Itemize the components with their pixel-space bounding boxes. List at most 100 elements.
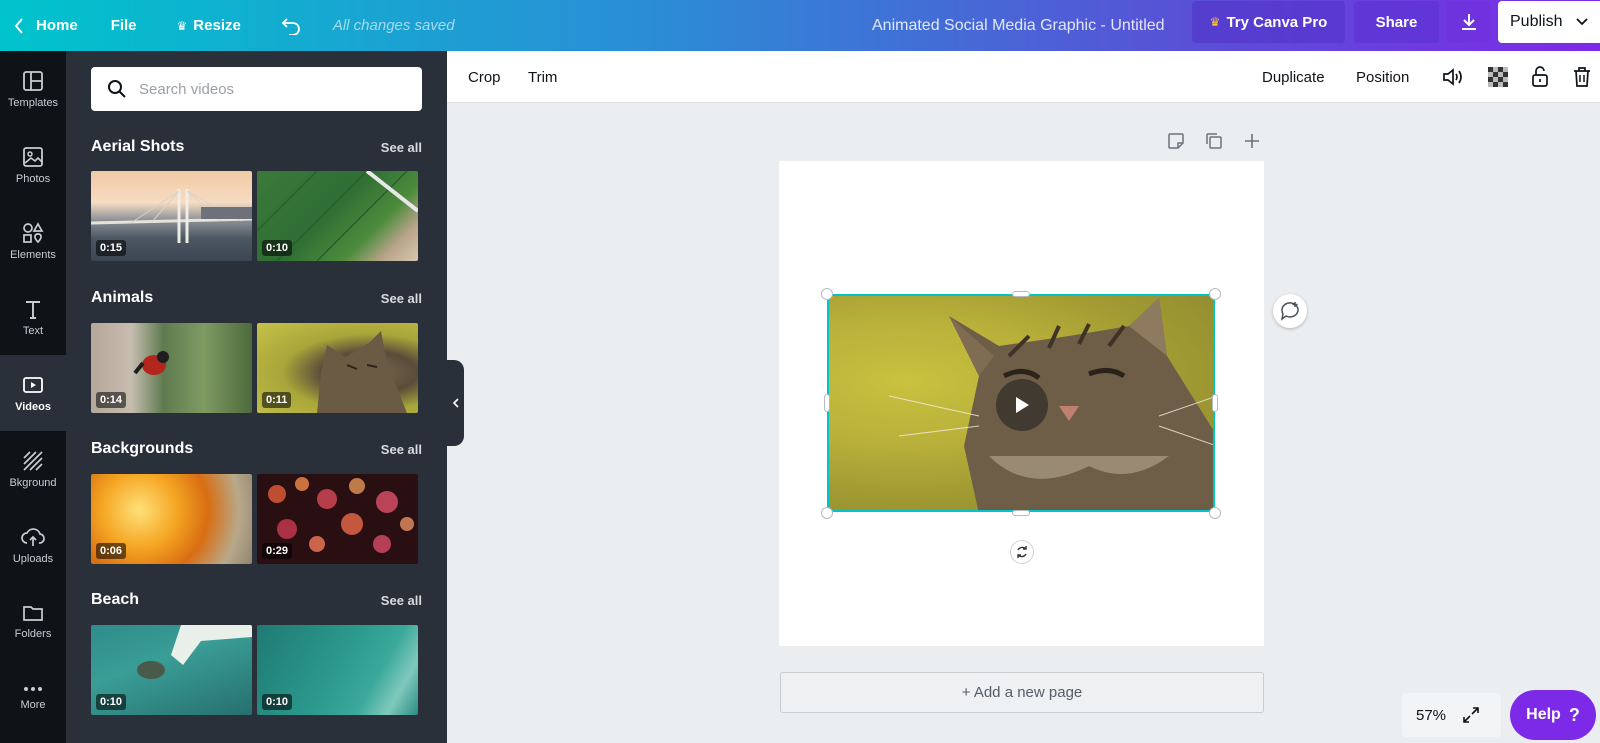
- more-icon: [24, 686, 42, 691]
- duplicate-page-button[interactable]: [1200, 130, 1228, 152]
- file-menu[interactable]: File: [111, 0, 137, 51]
- video-duration: 0:10: [96, 694, 127, 710]
- crown-icon: ♛: [176, 18, 188, 33]
- crop-button[interactable]: Crop: [468, 51, 501, 103]
- try-pro-label: Try Canva Pro: [1226, 13, 1328, 31]
- home-button[interactable]: Home: [14, 0, 78, 51]
- video-thumbnail[interactable]: 0:10: [257, 625, 418, 715]
- page-notes-button[interactable]: [1162, 130, 1190, 152]
- resize-button[interactable]: ♛ Resize: [177, 0, 241, 51]
- video-thumbnail[interactable]: 0:11: [257, 323, 418, 413]
- volume-button[interactable]: [1442, 51, 1464, 103]
- see-all-link[interactable]: See all: [381, 140, 422, 155]
- collapse-panel-button[interactable]: [446, 360, 464, 446]
- see-all-link[interactable]: See all: [381, 291, 422, 306]
- rail-label: More: [20, 698, 46, 711]
- resize-handle-top-right[interactable]: [1209, 288, 1221, 300]
- rail-item-folders[interactable]: Folders: [0, 583, 66, 659]
- folders-icon: [23, 605, 43, 621]
- duplicate-button[interactable]: Duplicate: [1262, 51, 1325, 103]
- videos-icon: [23, 376, 43, 393]
- search-input[interactable]: [139, 80, 399, 98]
- chevron-left-icon: [452, 398, 459, 408]
- section-header-backgrounds: Backgrounds See all: [91, 440, 422, 458]
- crown-icon: ♛: [1209, 15, 1221, 29]
- save-status: All changes saved: [332, 17, 455, 34]
- rotate-button[interactable]: [1010, 540, 1034, 564]
- page-tools: [1162, 130, 1266, 152]
- section-header-aerial-shots: Aerial Shots See all: [91, 138, 422, 156]
- document-title[interactable]: Animated Social Media Graphic - Untitled: [872, 0, 1165, 51]
- see-all-link[interactable]: See all: [381, 593, 422, 608]
- section-title: Aerial Shots: [91, 138, 185, 155]
- rail-item-uploads[interactable]: Uploads: [0, 507, 66, 583]
- resize-handle-top-left[interactable]: [821, 288, 833, 300]
- video-duration: 0:10: [262, 694, 293, 710]
- resize-label: Resize: [193, 17, 241, 34]
- delete-button[interactable]: [1573, 51, 1591, 103]
- context-toolbar: Crop Trim Duplicate Position: [447, 51, 1600, 103]
- resize-handle-bottom-right[interactable]: [1209, 507, 1221, 519]
- video-thumbnail[interactable]: 0:29: [257, 474, 418, 564]
- download-icon: [1461, 14, 1476, 30]
- side-rail: Templates Photos Elements Text Videos Bk…: [0, 51, 66, 743]
- undo-button[interactable]: [281, 0, 301, 51]
- note-icon: [1168, 133, 1184, 149]
- plus-icon: [1245, 134, 1259, 148]
- play-button[interactable]: [996, 379, 1048, 431]
- section-title: Backgrounds: [91, 440, 194, 457]
- search-icon: [108, 80, 126, 98]
- resize-handle-bottom[interactable]: [1012, 510, 1030, 516]
- comment-add-icon: [1280, 302, 1299, 321]
- see-all-link[interactable]: See all: [381, 442, 422, 457]
- add-new-page-button[interactable]: + Add a new page: [780, 672, 1264, 713]
- add-comment-button[interactable]: [1273, 294, 1307, 328]
- videos-panel: Aerial Shots See all 0:15 0:10 Animals S…: [66, 51, 447, 743]
- copy-icon: [1206, 133, 1222, 149]
- rail-item-videos[interactable]: Videos: [0, 355, 66, 431]
- resize-handle-left[interactable]: [824, 394, 830, 412]
- share-button[interactable]: Share: [1354, 1, 1439, 43]
- uploads-icon: [21, 527, 45, 546]
- rotate-icon: [1017, 546, 1027, 558]
- search-box[interactable]: [91, 67, 422, 111]
- rail-item-elements[interactable]: Elements: [0, 203, 66, 279]
- download-button[interactable]: [1447, 1, 1490, 43]
- add-page-icon-button[interactable]: [1238, 130, 1266, 152]
- rail-item-text[interactable]: Text: [0, 279, 66, 355]
- section-header-animals: Animals See all: [91, 289, 422, 307]
- volume-icon: [1443, 68, 1462, 86]
- publish-button[interactable]: Publish: [1498, 1, 1600, 43]
- position-button[interactable]: Position: [1356, 51, 1409, 103]
- video-thumbnail[interactable]: 0:15: [91, 171, 252, 261]
- help-label: Help: [1526, 706, 1561, 723]
- lock-button[interactable]: [1531, 51, 1549, 103]
- text-icon: [26, 300, 40, 319]
- video-duration: 0:11: [262, 392, 292, 408]
- background-icon: [23, 450, 43, 471]
- zoom-control[interactable]: 57%: [1402, 693, 1501, 737]
- resize-handle-top[interactable]: [1012, 291, 1030, 297]
- transparency-button[interactable]: [1488, 51, 1508, 103]
- play-icon: [1016, 397, 1029, 413]
- rail-item-background[interactable]: Bkground: [0, 431, 66, 507]
- rail-item-photos[interactable]: Photos: [0, 127, 66, 203]
- rail-item-templates[interactable]: Templates: [0, 51, 66, 127]
- video-duration: 0:15: [96, 240, 127, 256]
- trim-button[interactable]: Trim: [528, 51, 557, 103]
- help-button[interactable]: Help ?: [1510, 690, 1596, 740]
- rail-item-more[interactable]: More: [0, 659, 66, 735]
- resize-handle-right[interactable]: [1212, 394, 1218, 412]
- elements-icon: [23, 221, 44, 243]
- video-thumbnail[interactable]: 0:10: [257, 171, 418, 261]
- publish-label: Publish: [1510, 13, 1563, 30]
- try-canva-pro-button[interactable]: ♛ Try Canva Pro: [1192, 1, 1345, 43]
- fullscreen-icon[interactable]: [1462, 706, 1480, 724]
- rail-label: Bkground: [9, 476, 57, 489]
- chevron-down-icon: [1576, 18, 1589, 26]
- video-thumbnail[interactable]: 0:14: [91, 323, 252, 413]
- unlock-icon: [1532, 66, 1548, 87]
- video-thumbnail[interactable]: 0:06: [91, 474, 252, 564]
- resize-handle-bottom-left[interactable]: [821, 507, 833, 519]
- video-thumbnail[interactable]: 0:10: [91, 625, 252, 715]
